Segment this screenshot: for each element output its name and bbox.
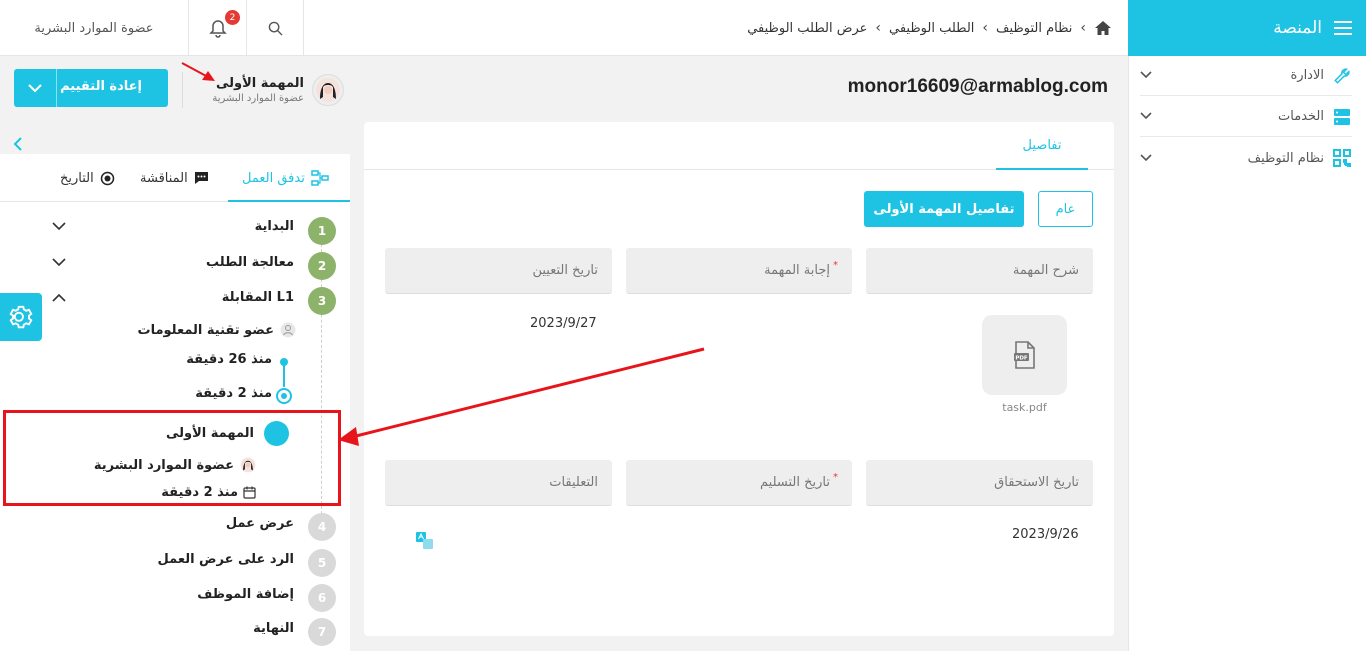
chevron-up-icon[interactable] xyxy=(52,293,66,302)
interview-time-2: منذ 2 دقيقة xyxy=(195,386,272,401)
step-6-badge: 6 xyxy=(308,584,336,612)
tab-workflow[interactable]: تدفق العمل xyxy=(242,154,329,202)
notifications-button[interactable]: 2 xyxy=(188,0,246,56)
home-icon[interactable] xyxy=(1094,20,1112,36)
collapse-panel-icon[interactable] xyxy=(12,137,24,151)
step-7-label[interactable]: النهاية xyxy=(253,621,294,636)
step-1-label[interactable]: البداية xyxy=(255,219,294,234)
brand-header[interactable]: المنصة xyxy=(1128,0,1366,56)
assign-date-value: 2023/9/27 xyxy=(530,316,597,331)
timeline-connector xyxy=(283,365,285,387)
details-card: تفاصيل عام تفاصيل المهمة الأولى شرح المه… xyxy=(364,122,1114,636)
attachment-name[interactable]: task.pdf xyxy=(982,401,1067,414)
applicant-email: monor16609@armablog.com xyxy=(847,76,1108,97)
chevron-down-icon xyxy=(1140,152,1154,165)
translate-icon[interactable] xyxy=(415,531,434,550)
pdf-attachment[interactable]: PDF xyxy=(982,315,1067,395)
chevron-down-icon[interactable] xyxy=(52,222,66,231)
wrench-icon xyxy=(1332,66,1352,86)
highlight-box xyxy=(3,410,341,506)
delivery-date-field[interactable]: تاريخ التسليم * xyxy=(626,460,852,506)
chevron-down-icon xyxy=(1140,69,1154,82)
chevron-left-icon: ‹ xyxy=(1080,20,1086,36)
reassess-button[interactable]: إعادة التقييم xyxy=(14,69,168,107)
user-icon xyxy=(280,322,296,338)
step-5-label[interactable]: الرد على عرض العمل xyxy=(158,552,294,567)
first-task-details-button[interactable]: تفاصيل المهمة الأولى xyxy=(864,191,1024,227)
chat-icon xyxy=(194,172,208,184)
step-3-label[interactable]: المقابلة L1 xyxy=(222,290,294,305)
avatar xyxy=(312,74,344,106)
brand-title: المنصة xyxy=(1273,18,1322,38)
general-button[interactable]: عام xyxy=(1038,191,1093,227)
chevron-down-icon[interactable] xyxy=(28,84,42,93)
chevron-down-icon[interactable] xyxy=(52,258,66,267)
qr-code-icon xyxy=(1332,148,1352,168)
step-5-badge: 5 xyxy=(308,549,336,577)
chevron-left-icon: ‹ xyxy=(982,20,989,36)
breadcrumb: ‹ نظام التوظيف ‹ الطلب الوظيفي ‹ عرض الط… xyxy=(747,0,1112,56)
task-description-field[interactable]: شرح المهمة xyxy=(866,248,1093,294)
assign-date-field[interactable]: تاريخ التعيين xyxy=(385,248,612,294)
pdf-file-icon: PDF xyxy=(1013,341,1035,369)
workflow-icon xyxy=(311,170,329,186)
task-owner-role: عضوة الموارد البشرية xyxy=(212,93,304,104)
chevron-down-icon xyxy=(1140,110,1154,123)
history-icon xyxy=(100,171,114,185)
user-role: عضوة الموارد البشرية xyxy=(34,20,154,36)
step-6-label[interactable]: إضافة الموظف xyxy=(197,587,294,602)
task-owner: المهمة الأولى عضوة الموارد البشرية xyxy=(196,72,344,108)
sidebar-item-recruitment[interactable]: نظام التوظيف xyxy=(1140,138,1352,178)
task-answer-field[interactable]: إجابة المهمة * xyxy=(626,248,852,294)
comments-field[interactable]: التعليقات xyxy=(385,460,612,506)
step-4-label[interactable]: عرض عمل xyxy=(226,516,294,531)
menu-icon[interactable] xyxy=(1334,21,1352,35)
task-owner-title: المهمة الأولى xyxy=(215,76,304,91)
tab-discussion[interactable]: المناقشة xyxy=(140,154,209,202)
timeline-current-dot xyxy=(276,388,292,404)
interview-member: عضو تقنية المعلومات xyxy=(138,322,296,338)
server-icon xyxy=(1332,107,1352,127)
sidebar-item-admin[interactable]: الادارة xyxy=(1140,56,1352,96)
settings-tab[interactable] xyxy=(0,293,42,341)
user-menu[interactable]: عضوة الموارد البشرية xyxy=(0,0,188,56)
due-date-value: 2023/9/26 xyxy=(1012,527,1079,542)
search-icon xyxy=(268,21,283,36)
bell-icon xyxy=(208,19,227,38)
step-7-badge: 7 xyxy=(308,618,336,646)
due-date-field[interactable]: تاريخ الاستحقاق xyxy=(866,460,1093,506)
notification-badge: 2 xyxy=(225,10,240,25)
tab-details[interactable]: تفاصيل xyxy=(996,122,1088,170)
pdf-badge-label: PDF xyxy=(1015,355,1028,361)
gear-icon xyxy=(9,305,33,329)
step-4-badge: 4 xyxy=(308,513,336,541)
step-2-badge: 2 xyxy=(308,252,336,280)
workflow-panel: تدفق العمل المناقشة التاريخ 1 البداية 2 … xyxy=(0,154,350,651)
chevron-left-icon: ‹ xyxy=(875,20,881,36)
interview-time-1: منذ 26 دقيقة xyxy=(186,352,272,367)
sidebar-item-services[interactable]: الخدمات xyxy=(1140,97,1352,137)
breadcrumb-item-view-application: عرض الطلب الوظيفي xyxy=(747,20,868,36)
breadcrumb-item-application[interactable]: الطلب الوظيفي xyxy=(889,21,974,36)
step-2-label[interactable]: معالجة الطلب xyxy=(206,255,294,270)
step-3-badge: 3 xyxy=(308,287,336,315)
breadcrumb-item-recruitment[interactable]: نظام التوظيف xyxy=(996,21,1072,36)
divider xyxy=(182,72,183,108)
tab-history[interactable]: التاريخ xyxy=(60,154,115,202)
search-button[interactable] xyxy=(246,0,304,56)
step-1-badge: 1 xyxy=(308,217,336,245)
